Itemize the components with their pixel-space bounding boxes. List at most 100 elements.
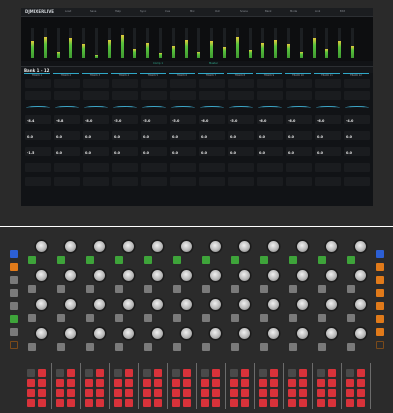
clip-pad[interactable] <box>27 379 35 387</box>
rotary-knob[interactable] <box>267 298 279 310</box>
clip-pad[interactable] <box>259 369 267 377</box>
rotary-knob[interactable] <box>209 327 221 339</box>
rotary-knob[interactable] <box>325 298 337 310</box>
clip-pad[interactable] <box>212 379 220 387</box>
side-button-left[interactable] <box>10 250 18 258</box>
rotary-knob[interactable] <box>209 269 221 281</box>
clip-pad[interactable] <box>27 369 35 377</box>
rotary-knob[interactable] <box>325 269 337 281</box>
clip-pad[interactable] <box>288 369 296 377</box>
select-button[interactable] <box>201 256 210 264</box>
strip-control[interactable] <box>257 163 283 172</box>
strip-control[interactable] <box>199 91 225 100</box>
clip-pad[interactable] <box>56 369 64 377</box>
track-header[interactable]: TRACK 11 <box>314 73 340 78</box>
select-button[interactable] <box>317 314 326 322</box>
rotary-knob[interactable] <box>267 269 279 281</box>
clip-pad[interactable] <box>270 379 278 387</box>
strip-control[interactable] <box>228 79 254 88</box>
rotary-knob[interactable] <box>151 327 163 339</box>
menu-item-link[interactable]: Link <box>315 10 320 13</box>
rotary-knob[interactable] <box>93 269 105 281</box>
clip-pad[interactable] <box>38 399 46 407</box>
select-button[interactable] <box>143 256 152 264</box>
clip-pad[interactable] <box>346 399 354 407</box>
clip-pad[interactable] <box>114 369 122 377</box>
strip-control[interactable] <box>344 177 370 186</box>
strip-control[interactable] <box>199 163 225 172</box>
clip-pad[interactable] <box>114 399 122 407</box>
clip-pad[interactable] <box>125 399 133 407</box>
menu-item-bank[interactable]: Bank <box>265 10 272 13</box>
select-button[interactable] <box>346 256 355 264</box>
strip-control[interactable] <box>54 177 80 186</box>
select-button[interactable] <box>288 285 297 293</box>
select-button[interactable] <box>85 343 94 351</box>
side-button-right[interactable] <box>376 276 384 284</box>
select-button[interactable] <box>114 285 123 293</box>
channel-strip[interactable]: -8.0 0.0 0.0 <box>82 79 110 204</box>
side-button-right[interactable] <box>376 315 384 323</box>
clip-pad[interactable] <box>201 389 209 397</box>
clip-pad[interactable] <box>230 369 238 377</box>
clip-pad[interactable] <box>241 369 249 377</box>
strip-control[interactable] <box>344 91 370 100</box>
side-button-right[interactable] <box>376 328 384 336</box>
rotary-knob[interactable] <box>180 269 192 281</box>
clip-pad[interactable] <box>270 389 278 397</box>
clip-pad[interactable] <box>125 389 133 397</box>
clip-pad[interactable] <box>288 389 296 397</box>
select-button[interactable] <box>27 256 36 264</box>
select-button[interactable] <box>114 256 123 264</box>
clip-pad[interactable] <box>67 399 75 407</box>
select-button[interactable] <box>85 314 94 322</box>
side-button-left[interactable] <box>10 328 18 336</box>
clip-pad[interactable] <box>67 369 75 377</box>
select-button[interactable] <box>85 256 94 264</box>
clip-pad[interactable] <box>183 379 191 387</box>
rotary-knob[interactable] <box>238 327 250 339</box>
select-button[interactable] <box>346 285 355 293</box>
side-button-right[interactable] <box>376 263 384 271</box>
clip-pad[interactable] <box>114 389 122 397</box>
menu-item-scene[interactable]: Scene <box>240 10 248 13</box>
clip-pad[interactable] <box>172 399 180 407</box>
clip-pad[interactable] <box>241 379 249 387</box>
rotary-knob[interactable] <box>180 327 192 339</box>
strip-control[interactable] <box>257 177 283 186</box>
rotary-knob[interactable] <box>93 298 105 310</box>
strip-control[interactable] <box>112 91 138 100</box>
clip-pad[interactable] <box>85 389 93 397</box>
select-button[interactable] <box>172 314 181 322</box>
clip-pad[interactable] <box>67 379 75 387</box>
channel-strip[interactable]: -6.0 0.0 0.0 <box>314 79 342 204</box>
channel-strip[interactable]: -5.0 0.0 0.0 <box>227 79 255 204</box>
clip-pad[interactable] <box>299 379 307 387</box>
menu-item-help[interactable]: Help <box>115 10 121 13</box>
strip-control[interactable] <box>83 91 109 100</box>
rotary-knob[interactable] <box>93 327 105 339</box>
strip-control[interactable] <box>344 79 370 88</box>
rotary-knob[interactable] <box>209 240 221 252</box>
menu-item-edit[interactable]: Edit <box>340 10 345 13</box>
select-button[interactable] <box>317 285 326 293</box>
menu-item-save[interactable]: Save <box>90 10 96 13</box>
select-button[interactable] <box>288 314 297 322</box>
rotary-knob[interactable] <box>64 327 76 339</box>
clip-pad[interactable] <box>328 379 336 387</box>
channel-strip[interactable]: -5.0 0.0 0.0 <box>111 79 139 204</box>
track-header[interactable]: TRACK 9 <box>256 73 282 78</box>
rotary-knob[interactable] <box>238 240 250 252</box>
menu-item-load[interactable]: Load <box>65 10 71 13</box>
side-button-right[interactable] <box>376 341 384 349</box>
strip-control[interactable] <box>315 79 341 88</box>
clip-pad[interactable] <box>125 369 133 377</box>
rotary-knob[interactable] <box>64 298 76 310</box>
clip-pad[interactable] <box>288 399 296 407</box>
strip-control[interactable] <box>54 91 80 100</box>
clip-pad[interactable] <box>328 399 336 407</box>
rotary-knob[interactable] <box>267 240 279 252</box>
rotary-knob[interactable] <box>238 269 250 281</box>
rotary-knob[interactable] <box>151 240 163 252</box>
strip-control[interactable] <box>170 177 196 186</box>
